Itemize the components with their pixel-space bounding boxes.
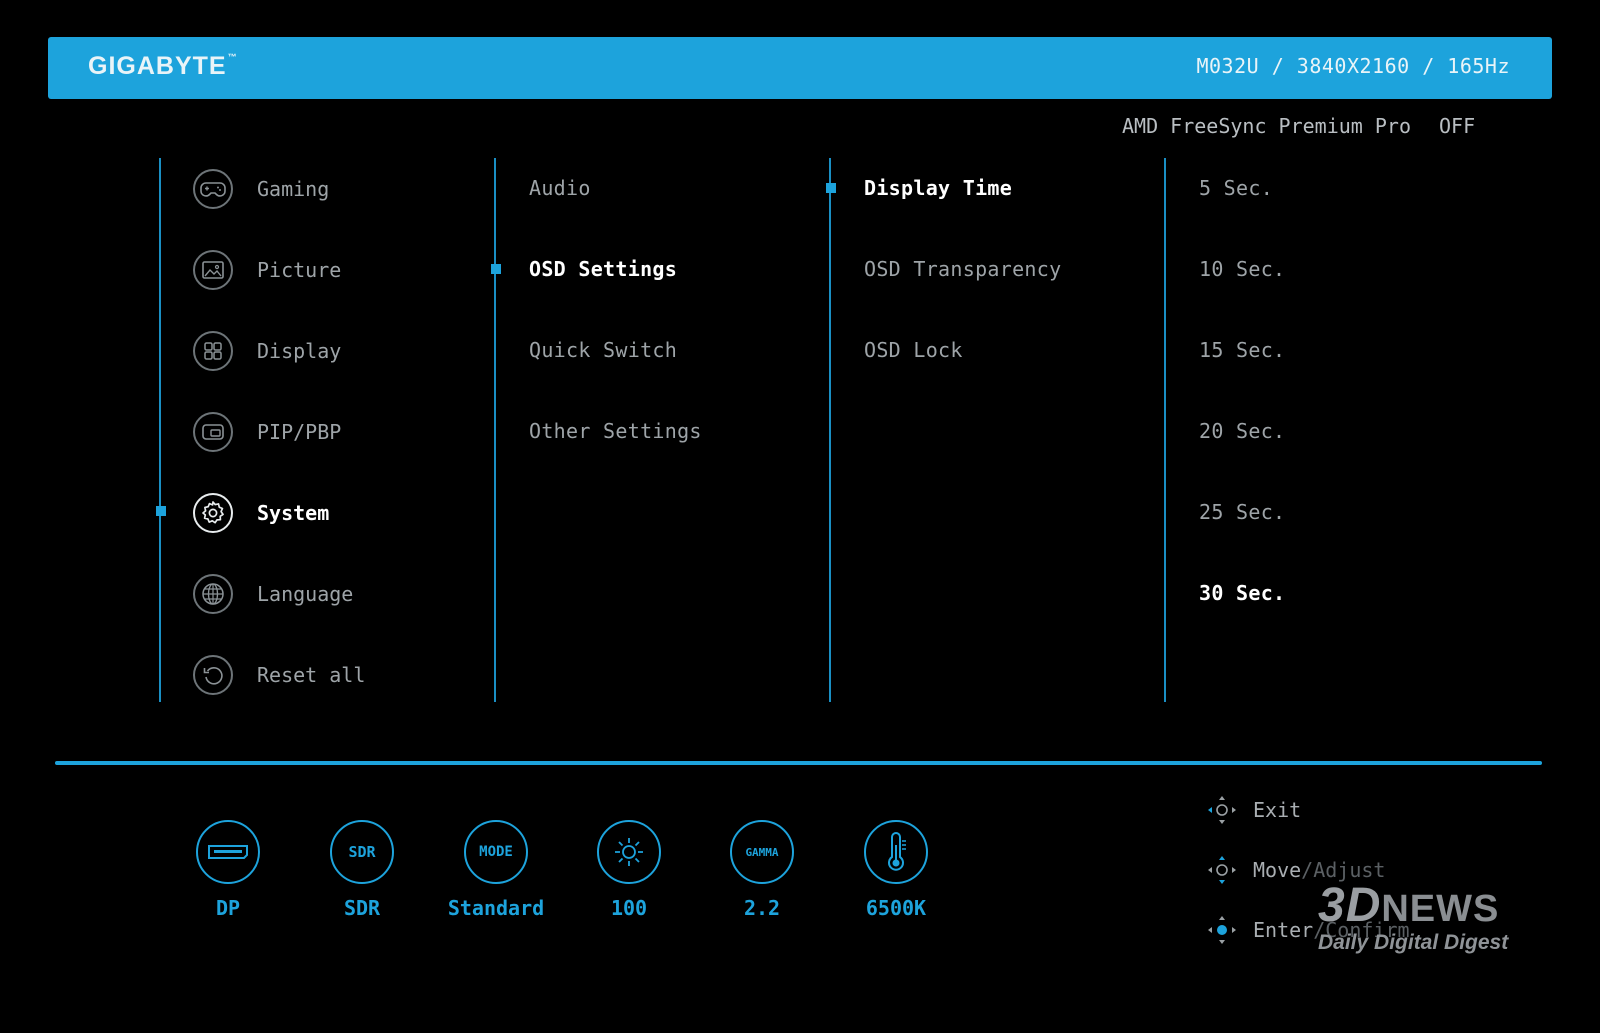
gamma-icon: GAMMA [730,820,794,884]
grid-icon [193,331,233,371]
status-picture-mode: MODE Standard [441,820,551,920]
main-menu-item-reset-all[interactable]: Reset all [193,652,365,698]
status-dynamic-range: SDR SDR [307,820,417,920]
main-menu-item-language[interactable]: Language [193,571,353,617]
option-5-sec[interactable]: 5 Sec. [1199,176,1273,200]
freesync-value: OFF [1438,114,1476,138]
column-divider-sub [494,158,496,702]
hint-move-label: Move [1253,858,1302,882]
main-menu-label: Reset all [257,663,366,687]
option-30-sec[interactable]: 30 Sec. [1199,581,1285,605]
status-color-temperature: 6500K [841,820,951,920]
main-menu-label: System [257,501,330,525]
joystick-updown-icon [1208,856,1236,884]
status-input-source: DP [173,820,283,920]
thermometer-icon [864,820,928,884]
hint-exit-label: Exit [1253,798,1302,822]
status-value: 6500K [865,896,927,920]
main-menu-label: PIP/PBP [257,420,342,444]
option-25-sec[interactable]: 25 Sec. [1199,500,1285,524]
status-value: Standard [447,896,545,920]
joystick-press-icon [1208,916,1236,944]
main-menu-selection-marker [156,506,166,516]
pip-icon [193,412,233,452]
status-value: SDR [343,896,381,920]
main-menu-label: Picture [257,258,342,282]
model-info: M032U / 3840X2160 / 165Hz [1196,54,1510,78]
watermark-brand: 3DNEWS [1318,879,1500,932]
header-bar: GIGABYTE™ M032U / 3840X2160 / 165Hz [48,37,1552,99]
column-divider-main [159,158,161,702]
brand-logo: GIGABYTE™ [88,52,238,80]
main-menu-item-picture[interactable]: Picture [193,247,341,293]
sub-menu-item-other-settings[interactable]: Other Settings [529,419,702,443]
watermark-logo: 3DNEWS Daily Digital Digest [1318,879,1509,955]
status-value: 2.2 [743,896,781,920]
status-value: DP [215,896,241,920]
mode-icon: MODE [464,820,528,884]
reset-icon [193,655,233,695]
status-value: 100 [610,896,648,920]
sub-menu-item-quick-switch[interactable]: Quick Switch [529,338,677,362]
brightness-icon [597,820,661,884]
watermark-tagline: Daily Digital Digest [1318,931,1509,954]
freesync-status: AMD FreeSync Premium Pro OFF [1122,114,1475,138]
main-menu-item-system[interactable]: System [193,490,329,536]
main-menu-item-pip-pbp[interactable]: PIP/PBP [193,409,341,455]
option-15-sec[interactable]: 15 Sec. [1199,338,1285,362]
column-divider-settings [829,158,831,702]
freesync-label: AMD FreeSync Premium Pro [1122,114,1411,138]
displayport-icon [196,820,260,884]
hint-exit: Exit [1205,793,1301,827]
picture-icon [193,250,233,290]
main-menu-label: Display [257,339,342,363]
option-20-sec[interactable]: 20 Sec. [1199,419,1285,443]
sdr-icon: SDR [330,820,394,884]
settings-item-osd-lock[interactable]: OSD Lock [864,338,963,362]
settings-item-display-time[interactable]: Display Time [864,176,1012,200]
gamepad-icon [193,169,233,209]
joystick-left-icon [1208,796,1236,824]
sub-menu-item-osd-settings[interactable]: OSD Settings [529,257,677,281]
globe-icon [193,574,233,614]
settings-item-osd-transparency[interactable]: OSD Transparency [864,257,1061,281]
status-gamma: GAMMA 2.2 [707,820,817,920]
option-10-sec[interactable]: 10 Sec. [1199,257,1285,281]
main-menu-label: Language [257,582,354,606]
status-divider [55,761,1542,765]
hint-enter-label: Enter [1253,918,1314,942]
settings-selection-marker [826,183,836,193]
gear-icon [193,493,233,533]
sub-menu-selection-marker [491,264,501,274]
status-brightness: 100 [574,820,684,920]
main-menu-item-display[interactable]: Display [193,328,341,374]
sub-menu-item-audio[interactable]: Audio [529,176,591,200]
osd-screen: { "header": { "brand": "GIGABYTE", "bran… [0,0,1600,1033]
column-divider-options [1164,158,1166,702]
main-menu-item-gaming[interactable]: Gaming [193,166,329,212]
main-menu-label: Gaming [257,177,330,201]
